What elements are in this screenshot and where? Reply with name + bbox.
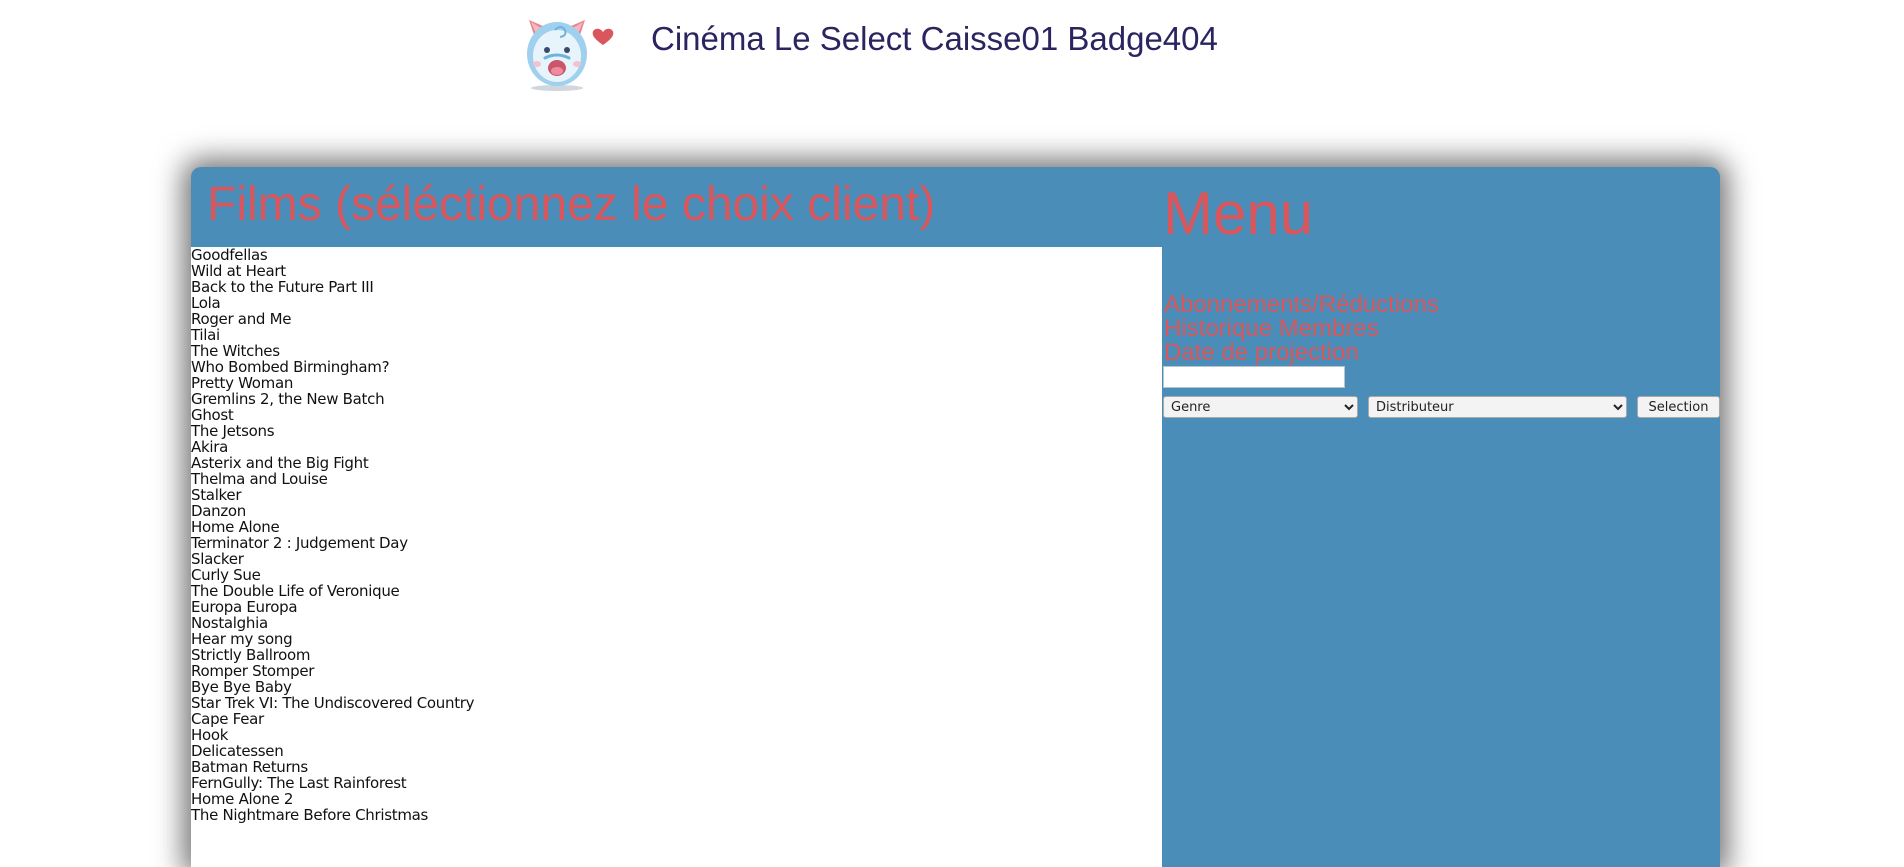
film-list-item[interactable]: Hear my song: [191, 631, 1162, 647]
film-list-item[interactable]: Romper Stomper: [191, 663, 1162, 679]
film-list-item[interactable]: Home Alone: [191, 519, 1162, 535]
menu-link-date-projection[interactable]: Date de projection: [1164, 341, 1439, 365]
film-list-item[interactable]: Slacker: [191, 551, 1162, 567]
film-list-item[interactable]: Terminator 2 : Judgement Day: [191, 535, 1162, 551]
menu-title: Menu: [1163, 180, 1314, 247]
site-title: Cinéma Le Select Caisse01 Badge404: [651, 20, 1218, 57]
film-list-item[interactable]: Hook: [191, 727, 1162, 743]
film-list-item[interactable]: Cape Fear: [191, 711, 1162, 727]
film-list-item[interactable]: Thelma and Louise: [191, 471, 1162, 487]
menu-links: Abonnements/Réductions Historique Membre…: [1164, 293, 1439, 365]
film-list-item[interactable]: Tilai: [191, 327, 1162, 343]
film-list-item[interactable]: Home Alone 2: [191, 791, 1162, 807]
film-list-item[interactable]: Danzon: [191, 503, 1162, 519]
film-list-item[interactable]: FernGully: The Last Rainforest: [191, 775, 1162, 791]
film-list-item[interactable]: Bye Bye Baby: [191, 679, 1162, 695]
film-list-item[interactable]: Lola: [191, 295, 1162, 311]
film-list-item[interactable]: Pretty Woman: [191, 375, 1162, 391]
distributor-select[interactable]: Distributeur: [1368, 396, 1627, 418]
film-list-item[interactable]: Star Trek VI: The Undiscovered Country: [191, 695, 1162, 711]
film-list-item[interactable]: Who Bombed Birmingham?: [191, 359, 1162, 375]
film-list-item[interactable]: Curly Sue: [191, 567, 1162, 583]
film-list-item[interactable]: Europa Europa: [191, 599, 1162, 615]
date-input[interactable]: [1163, 366, 1345, 388]
film-list-item[interactable]: Gremlins 2, the New Batch: [191, 391, 1162, 407]
menu-section: Menu Abonnements/Réductions Historique M…: [1162, 167, 1720, 867]
film-list-item[interactable]: The Jetsons: [191, 423, 1162, 439]
film-list-item[interactable]: Stalker: [191, 487, 1162, 503]
header: Cinéma Le Select Caisse01 Badge404: [0, 0, 1904, 100]
genre-select[interactable]: Genre: [1163, 396, 1358, 418]
film-list-item[interactable]: Akira: [191, 439, 1162, 455]
selection-button[interactable]: Selection: [1637, 396, 1720, 418]
film-list-item[interactable]: Roger and Me: [191, 311, 1162, 327]
film-list-item[interactable]: Asterix and the Big Fight: [191, 455, 1162, 471]
film-list-item[interactable]: Nostalghia: [191, 615, 1162, 631]
film-list-item[interactable]: The Double Life of Veronique: [191, 583, 1162, 599]
logo-mascot-icon: [527, 20, 614, 91]
menu-link-historique-membres[interactable]: Historique Membres: [1164, 317, 1439, 341]
film-list-item[interactable]: The Witches: [191, 343, 1162, 359]
film-list-item[interactable]: Wild at Heart: [191, 263, 1162, 279]
film-list-item[interactable]: Goodfellas: [191, 247, 1162, 263]
film-list-item[interactable]: Ghost: [191, 407, 1162, 423]
main-panel: Films (séléctionnez le choix client) Goo…: [191, 167, 1720, 867]
film-list-item[interactable]: The Nightmare Before Christmas: [191, 807, 1162, 823]
film-list-item[interactable]: Strictly Ballroom: [191, 647, 1162, 663]
menu-link-abonnements[interactable]: Abonnements/Réductions: [1164, 293, 1439, 317]
film-list-item[interactable]: Delicatessen: [191, 743, 1162, 759]
films-section-title: Films (séléctionnez le choix client): [207, 178, 936, 231]
film-list-item[interactable]: Back to the Future Part III: [191, 279, 1162, 295]
films-list[interactable]: Goodfellas Wild at Heart Back to the Futur…: [191, 247, 1162, 867]
film-list-item[interactable]: Batman Returns: [191, 759, 1162, 775]
